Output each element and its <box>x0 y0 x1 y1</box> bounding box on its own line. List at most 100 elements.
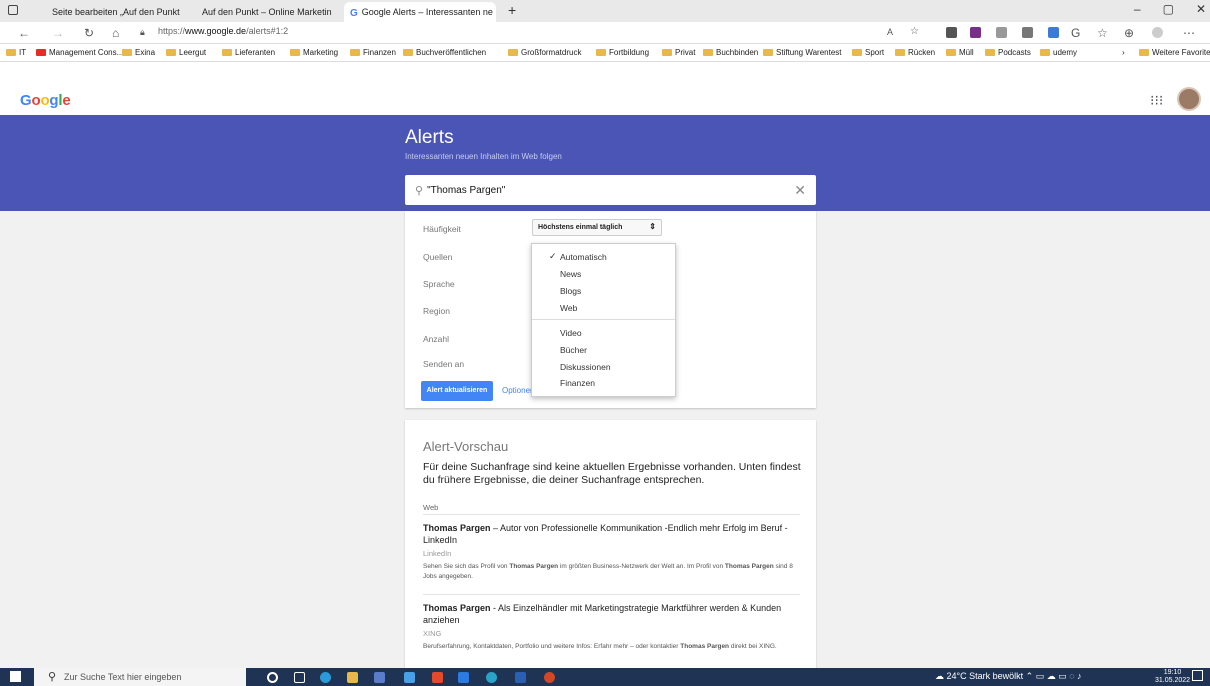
bookmark-stiftung-warentest[interactable]: Stiftung Warentest <box>763 48 842 57</box>
bookmark-label: Rücken <box>908 48 936 57</box>
snippet-highlight: Thomas Pargen <box>509 563 559 570</box>
minimize-icon[interactable]: – <box>1134 2 1141 16</box>
bookmark-buchbinden[interactable]: Buchbinden <box>703 48 758 57</box>
url-field[interactable]: https://www.google.de/alerts#1:2 <box>158 26 288 36</box>
bookmark-more-favorites[interactable]: Weitere Favoriten <box>1139 48 1210 57</box>
dropdown-item-finanzen[interactable]: Finanzen <box>560 378 595 388</box>
count-label: Anzahl <box>423 334 449 344</box>
favorite-star-icon[interactable]: ☆ <box>910 26 919 37</box>
back-icon[interactable]: ← <box>18 26 30 40</box>
folder-icon <box>1040 49 1050 56</box>
query-text: "Thomas Pargen" <box>427 184 506 196</box>
bookmark-sport[interactable]: Sport <box>852 48 884 57</box>
dropdown-item-video[interactable]: Video <box>560 328 582 338</box>
clear-icon[interactable]: ✕ <box>794 182 806 199</box>
edge-icon[interactable] <box>320 672 331 683</box>
reload-icon[interactable]: ↻ <box>84 26 94 40</box>
restore-icon[interactable]: ▢ <box>1163 2 1174 16</box>
extension-icon[interactable] <box>970 27 981 38</box>
notifications-icon[interactable] <box>1192 670 1203 681</box>
dropdown-item-web[interactable]: Web <box>560 303 577 313</box>
windows-start-icon[interactable] <box>10 671 21 682</box>
apps-grid-icon[interactable]: ⁝⁝⁝ <box>1150 92 1163 109</box>
dropdown-item-automatisch[interactable]: Automatisch <box>560 252 607 262</box>
bookmark-label: Exina <box>135 48 156 57</box>
forward-icon[interactable]: → <box>52 26 64 40</box>
bookmark-grossformatdruck[interactable]: Großformatdruck <box>508 48 581 57</box>
avatar[interactable] <box>1177 87 1201 111</box>
extension-icon[interactable] <box>946 27 957 38</box>
result-title-link[interactable]: Thomas Pargen – Autor von Professionelle… <box>423 522 803 546</box>
bookmark-leergut[interactable]: Leergut <box>166 48 206 57</box>
edge-icon[interactable] <box>486 672 497 683</box>
tab-seite-bearbeiten[interactable]: Seite bearbeiten „Auf den Punkt ✕ <box>42 2 180 22</box>
word-icon[interactable] <box>515 672 526 683</box>
bookmark-label: Sport <box>865 48 885 57</box>
result-title-link[interactable]: Thomas Pargen - Als Einzelhändler mit Ma… <box>423 602 803 626</box>
extension-icon[interactable] <box>1022 27 1033 38</box>
bookmark-lieferanten[interactable]: Lieferanten <box>222 48 275 57</box>
bookmark-label: Podcasts <box>998 48 1031 57</box>
cortana-icon[interactable] <box>267 672 278 683</box>
system-tray[interactable]: ☁ 24°C Stark bewölkt ⌃ ▭ ☁ ▭ ◌ ♪ <box>935 671 1082 682</box>
mail-icon[interactable] <box>404 672 415 683</box>
select-arrows-icon: ⇕ <box>649 222 656 231</box>
bookmark-label: Marketing <box>303 48 339 57</box>
cloud-icon: ☁ <box>935 671 947 681</box>
home-icon[interactable]: ⌂ <box>112 26 119 40</box>
result-name: Thomas Pargen <box>423 603 491 613</box>
tab-auf-den-punkt[interactable]: Auf den Punkt – Online Marketin ✕ <box>192 2 340 22</box>
tab-label: Google Alerts – Interessanten ne <box>361 7 493 17</box>
result-source: XING <box>423 629 442 638</box>
collections-icon[interactable]: ⊕ <box>1124 26 1134 40</box>
bookmark-udemy[interactable]: udemy <box>1040 48 1077 57</box>
snippet-text: im größten Business-Netzwerk der Welt an… <box>558 563 725 570</box>
new-tab-button[interactable]: + <box>508 2 516 18</box>
bookmark-podcasts[interactable]: Podcasts <box>985 48 1031 57</box>
alert-query-input[interactable]: ⚲ "Thomas Pargen" ✕ <box>405 175 816 205</box>
options-link[interactable]: Optionen <box>502 386 534 395</box>
dropdown-item-diskussionen[interactable]: Diskussionen <box>560 362 611 372</box>
read-aloud-icon[interactable]: A <box>887 27 893 37</box>
more-menu-icon[interactable]: ⋯ <box>1183 26 1195 40</box>
url-prefix: https:// <box>158 26 186 36</box>
app-icon[interactable] <box>432 672 443 683</box>
bookmark-fortbildung[interactable]: Fortbildung <box>596 48 649 57</box>
tab-actions-icon[interactable] <box>8 5 18 15</box>
bookmark-marketing[interactable]: Marketing <box>290 48 338 57</box>
tab-bar: Seite bearbeiten „Auf den Punkt ✕ Auf de… <box>0 0 1210 22</box>
taskbar-clock[interactable]: 19:10 31.05.2022 <box>1155 669 1190 685</box>
task-view-icon[interactable] <box>294 672 305 683</box>
bookmark-ruecken[interactable]: Rücken <box>895 48 935 57</box>
extension-icon[interactable] <box>1048 27 1059 38</box>
favorites-icon[interactable]: ☆ <box>1097 26 1108 40</box>
extension-g-icon[interactable]: G <box>1071 26 1080 40</box>
file-explorer-icon[interactable] <box>347 672 358 683</box>
bookmark-privat[interactable]: Privat <box>662 48 695 57</box>
bookmark-label: Stiftung Warentest <box>776 48 842 57</box>
taskbar-search-input[interactable]: ⚲ Zur Suche Text hier eingeben <box>34 668 246 686</box>
frequency-select[interactable]: Höchstens einmal täglich ⇕ <box>532 219 662 236</box>
youtube-icon <box>36 49 46 56</box>
store-icon[interactable] <box>374 672 385 683</box>
bookmark-exina[interactable]: Exina <box>122 48 155 57</box>
bookmark-it[interactable]: IT <box>6 48 26 57</box>
google-logo[interactable]: Google <box>20 92 71 109</box>
dropdown-item-blogs[interactable]: Blogs <box>560 286 581 296</box>
dropdown-item-buecher[interactable]: Bücher <box>560 345 587 355</box>
bookmark-finanzen[interactable]: Finanzen <box>350 48 396 57</box>
bookmark-muell[interactable]: Müll <box>946 48 974 57</box>
update-alert-button[interactable]: Alert aktualisieren <box>421 381 493 401</box>
bookmarks-overflow-icon[interactable]: › <box>1122 48 1125 57</box>
extension-icon[interactable] <box>996 27 1007 38</box>
tab-google-alerts[interactable]: G Google Alerts – Interessanten ne ✕ <box>344 2 496 22</box>
outlook-icon[interactable] <box>458 672 469 683</box>
close-window-icon[interactable]: ✕ <box>1196 2 1206 16</box>
bookmark-management[interactable]: Management Cons... <box>36 48 123 57</box>
folder-icon <box>222 49 232 56</box>
bookmark-buchveroeffentlichen[interactable]: Buchveröffentlichen <box>403 48 486 57</box>
profile-icon[interactable] <box>1152 27 1163 38</box>
powerpoint-icon[interactable] <box>544 672 555 683</box>
dropdown-item-news[interactable]: News <box>560 269 581 279</box>
folder-icon <box>985 49 995 56</box>
